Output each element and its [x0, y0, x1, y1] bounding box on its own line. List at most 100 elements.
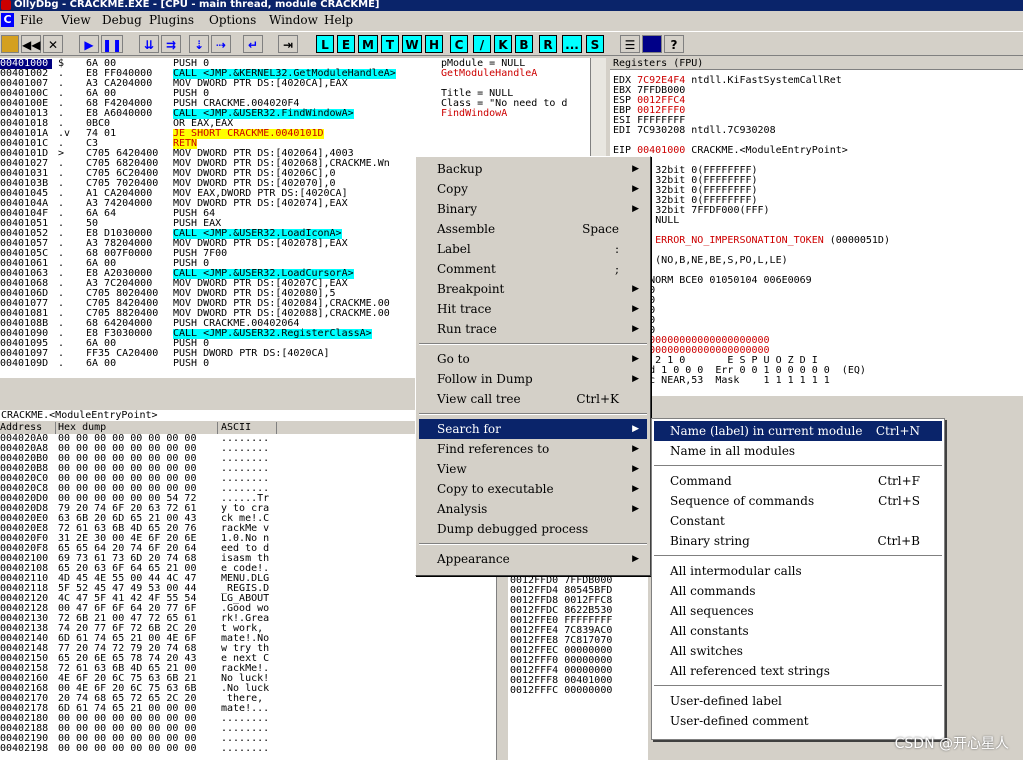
submenu-item-name-in-all-modules[interactable]: Name in all modules: [654, 441, 942, 461]
register-line[interactable]: EDI 7C930208 ntdll.7C930208: [613, 126, 776, 136]
menu-item-appearance[interactable]: Appearance ▶: [419, 549, 647, 569]
submenu-item-name-label-in-current-module[interactable]: Name (label) in current module Ctrl+N: [654, 421, 942, 441]
dump-col-hex[interactable]: Hex dump: [58, 422, 218, 434]
handles-window-button[interactable]: H: [425, 35, 443, 53]
registers-header: Registers (FPU): [610, 58, 1023, 70]
submenu-separator: [654, 465, 942, 466]
close-icon[interactable]: ✕: [43, 35, 63, 53]
menu-plugins[interactable]: Plugins: [149, 11, 194, 30]
register-line[interactable]: astErr ERROR_NO_IMPERSONATION_TOKEN (000…: [613, 236, 890, 246]
register-comment: ntdll.KiFastSystemCallRet: [691, 75, 842, 86]
menu-view[interactable]: View: [61, 11, 91, 30]
references-window-button[interactable]: R: [539, 35, 557, 53]
submenu-item-all-intermodular-calls[interactable]: All intermodular calls: [654, 561, 942, 581]
disasm-address: 0040109D: [0, 358, 49, 369]
menu-item-hit-trace[interactable]: Hit trace ▶: [419, 299, 647, 319]
menu-item-follow-in-dump[interactable]: Follow in Dump ▶: [419, 369, 647, 389]
dump-row[interactable]: 00402198 00 00 00 00 00 00 00 00........: [0, 744, 496, 754]
menu-item-assemble[interactable]: Assemble Space: [419, 219, 647, 239]
stack-row[interactable]: 0012FFFC 00000000: [510, 686, 648, 696]
registers-pane[interactable]: Registers (FPU) EDX 7C92E4F4 ntdll.KiFas…: [610, 58, 1023, 396]
cpu-window-icon[interactable]: C: [1, 13, 14, 27]
register-value: ERROR_NO_IMPERSONATION_TOKEN: [655, 235, 824, 246]
modules-window-button[interactable]: E: [337, 35, 355, 53]
menu-item-breakpoint[interactable]: Breakpoint ▶: [419, 279, 647, 299]
windows-window-button[interactable]: W: [402, 35, 422, 53]
register-comment: ntdll.7C930208: [691, 125, 776, 136]
go-to-icon[interactable]: ⇥: [278, 35, 298, 53]
submenu-item-label: Name (label) in current module: [670, 424, 863, 438]
menu-item-binary[interactable]: Binary ▶: [419, 199, 647, 219]
menu-item-shortcut: Ctrl+K: [576, 392, 619, 406]
submenu-item-label: All sequences: [670, 604, 754, 618]
help-icon[interactable]: ?: [664, 35, 684, 53]
cpu-window-button[interactable]: C: [450, 35, 468, 53]
step-into-icon[interactable]: ⇊: [139, 35, 159, 53]
submenu-item-all-referenced-text-strings[interactable]: All referenced text strings: [654, 661, 942, 681]
source-window-button[interactable]: S: [586, 35, 604, 53]
submenu-arrow-icon: ▶: [632, 504, 639, 514]
menu-item-view-call-tree[interactable]: View call tree Ctrl+K: [419, 389, 647, 409]
patches-window-button[interactable]: /: [473, 35, 491, 53]
menu-item-shortcut: :: [614, 242, 619, 256]
run-trace-window-button[interactable]: ...: [562, 35, 582, 53]
menu-item-analysis[interactable]: Analysis ▶: [419, 499, 647, 519]
submenu-item-all-constants[interactable]: All constants: [654, 621, 942, 641]
submenu-item-user-defined-comment[interactable]: User-defined comment: [654, 711, 942, 731]
menu-file[interactable]: File: [20, 11, 43, 30]
submenu-item-label: User-defined label: [670, 694, 782, 708]
register-value: 00401000: [637, 145, 686, 156]
submenu-item-all-commands[interactable]: All commands: [654, 581, 942, 601]
watermark: CSDN @开心星人: [894, 736, 1009, 752]
submenu-item-sequence-of-commands[interactable]: Sequence of commands Ctrl+S: [654, 491, 942, 511]
submenu-item-constant[interactable]: Constant: [654, 511, 942, 531]
memory-window-button[interactable]: M: [358, 35, 378, 53]
menu-debug[interactable]: Debug: [102, 11, 142, 30]
pause-icon[interactable]: ❚❚: [101, 35, 123, 53]
submenu-item-all-sequences[interactable]: All sequences: [654, 601, 942, 621]
menu-item-label: Binary: [437, 202, 478, 216]
submenu-arrow-icon: ▶: [632, 284, 639, 294]
menu-item-shortcut: ;: [614, 262, 619, 276]
log-window-button[interactable]: L: [316, 35, 334, 53]
menu-item-comment[interactable]: Comment;: [419, 259, 647, 279]
menu-item-copy[interactable]: Copy ▶: [419, 179, 647, 199]
menu-item-label: Comment: [437, 262, 496, 276]
menu-options[interactable]: Options: [209, 11, 256, 30]
open-icon[interactable]: [1, 35, 19, 53]
dump-col-address[interactable]: Address: [0, 422, 56, 434]
menu-item-label[interactable]: Label:: [419, 239, 647, 259]
dump-col-ascii[interactable]: ASCII: [221, 422, 277, 434]
run-icon[interactable]: ▶: [79, 35, 99, 53]
threads-window-button[interactable]: T: [381, 35, 399, 53]
restart-icon[interactable]: ◀◀: [21, 35, 41, 53]
execute-till-return-icon[interactable]: ↵: [243, 35, 263, 53]
menu-item-backup[interactable]: Backup ▶: [419, 159, 647, 179]
menu-separator: [419, 543, 647, 545]
submenu-item-binary-string[interactable]: Binary string Ctrl+B: [654, 531, 942, 551]
menu-item-run-trace[interactable]: Run trace ▶: [419, 319, 647, 339]
breakpoints-window-button[interactable]: B: [515, 35, 533, 53]
trace-into-icon[interactable]: ⇣: [189, 35, 209, 53]
menu-window[interactable]: Window: [269, 11, 318, 30]
menu-item-find-references-to[interactable]: Find references to ▶: [419, 439, 647, 459]
menu-item-copy-to-executable[interactable]: Copy to executable ▶: [419, 479, 647, 499]
submenu-item-command[interactable]: Command Ctrl+F: [654, 471, 942, 491]
menu-item-view[interactable]: View ▶: [419, 459, 647, 479]
step-over-icon[interactable]: ⇉: [161, 35, 181, 53]
trace-over-icon[interactable]: ⇢: [211, 35, 231, 53]
menu-item-dump-debugged-process[interactable]: Dump debugged process: [419, 519, 647, 539]
submenu-item-label: Binary string: [670, 534, 750, 548]
menu-item-go-to[interactable]: Go to ▶: [419, 349, 647, 369]
list-icon[interactable]: ☰: [620, 35, 640, 53]
register-line[interactable]: EIP 00401000 CRACKME.<ModuleEntryPoint>: [613, 146, 848, 156]
submenu-item-user-defined-label[interactable]: User-defined label: [654, 691, 942, 711]
appearance-icon[interactable]: [642, 35, 662, 53]
call-stack-window-button[interactable]: K: [494, 35, 512, 53]
dump-scrollbar[interactable]: [496, 560, 508, 760]
menu-item-search-for[interactable]: Search for ▶: [419, 419, 647, 439]
stack-value: 00000000: [564, 685, 613, 696]
menu-help[interactable]: Help: [324, 11, 353, 30]
stack-pane[interactable]: 0012FFD0 7FFDB000 0012FFD4 80545BFD 0012FF…: [508, 574, 648, 760]
submenu-item-all-switches[interactable]: All switches: [654, 641, 942, 661]
